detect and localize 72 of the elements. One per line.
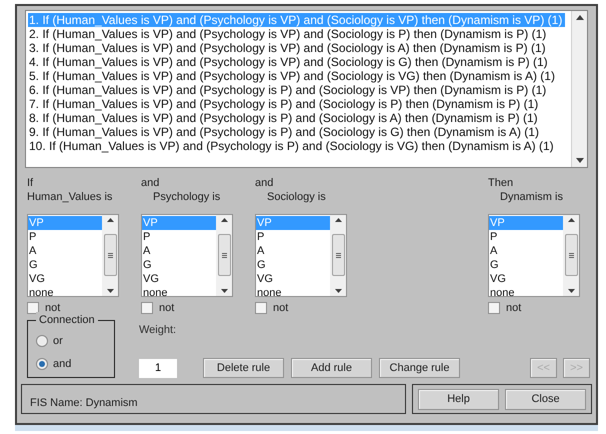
- scroll-thumb[interactable]: [564, 234, 578, 276]
- rule-item[interactable]: 4. If (Human_Values is VP) and (Psychology is VP) and (Sociology is G) then (Dynamism is P) (1): [28, 55, 571, 69]
- rule-item[interactable]: 9. If (Human_Values is VP) and (Psychology is P) and (Sociology is G) then (Dynamism is A) (1): [28, 125, 571, 139]
- list-item[interactable]: G: [28, 258, 102, 272]
- variable-label: Psychology is: [152, 190, 222, 204]
- checkbox-label: not: [506, 300, 522, 316]
- list-item[interactable]: VG: [489, 272, 563, 286]
- dialog-button[interactable]: Help: [418, 388, 499, 410]
- checkbox[interactable]: [27, 302, 39, 314]
- scroll-down-icon[interactable]: [106, 288, 114, 292]
- rule-item[interactable]: 6. If (Human_Values is VP) and (Psychology is P) and (Sociology is VP) then (Dynamism is P) (1): [28, 83, 571, 97]
- checkbox[interactable]: [488, 302, 500, 314]
- scroll-down-icon[interactable]: [568, 288, 574, 292]
- connector-label: Then: [488, 176, 514, 190]
- radio-label: and: [53, 356, 72, 372]
- radio-label: or: [53, 334, 63, 349]
- rule-button[interactable]: Add rule: [291, 358, 372, 378]
- list-item[interactable]: G: [142, 258, 216, 272]
- scroll-thumb[interactable]: [104, 234, 116, 276]
- rule-item[interactable]: 7. If (Human_Values is VP) and (Psychology is P) and (Sociology is P) then (Dynamism is P) (1): [28, 97, 571, 111]
- scroll-down-icon[interactable]: [220, 288, 228, 292]
- list-item[interactable]: A: [142, 244, 216, 258]
- rule-button[interactable]: Change rule: [379, 358, 460, 378]
- grip-icon: [222, 252, 226, 258]
- radio-button[interactable]: [36, 335, 48, 348]
- grip-icon: [336, 252, 340, 258]
- list-item[interactable]: VG: [142, 272, 216, 286]
- variable-label: Dynamism is: [499, 190, 564, 204]
- scroll-thumb[interactable]: [332, 234, 344, 276]
- checkbox[interactable]: [255, 302, 267, 314]
- list-item[interactable]: VG: [28, 272, 102, 286]
- rule-item[interactable]: 2. If (Human_Values is VP) and (Psychology is VP) and (Sociology is P) then (Dynamism is P) (1): [28, 27, 571, 41]
- rule-item[interactable]: 10. If (Human_Values is VP) and (Psychology is P) and (Sociology is VG) then (Dynamism is A) (1): [28, 139, 571, 153]
- list-item[interactable]: VG: [256, 272, 330, 286]
- rule-item[interactable]: 8. If (Human_Values is VP) and (Psychology is P) and (Sociology is A) then (Dynamism is P) (1): [28, 111, 571, 125]
- connector-label: If: [27, 176, 34, 190]
- list-item[interactable]: A: [489, 244, 563, 258]
- weight-field[interactable]: 1: [139, 358, 177, 378]
- scroll-up-icon[interactable]: [334, 218, 342, 222]
- list-item[interactable]: P: [489, 230, 563, 244]
- rule-item[interactable]: 5. If (Human_Values is VP) and (Psychology is VP) and (Sociology is VG) then (Dynamism is A) (1): [28, 69, 571, 83]
- scroll-up-icon[interactable]: [568, 218, 574, 222]
- list-item[interactable]: P: [256, 230, 330, 244]
- scrollbar[interactable]: [571, 11, 587, 167]
- list-item[interactable]: A: [28, 244, 102, 258]
- list-item[interactable]: G: [489, 258, 563, 272]
- checkbox-label: not: [45, 300, 60, 315]
- connector-label: and: [141, 176, 160, 190]
- radio-button[interactable]: [36, 358, 48, 370]
- scroll-down-icon[interactable]: [334, 288, 342, 292]
- scroll-up-icon[interactable]: [220, 218, 228, 222]
- rule-button[interactable]: Delete rule: [203, 358, 284, 378]
- weight-label: Weight:: [139, 323, 178, 338]
- list-item[interactable]: P: [142, 230, 216, 244]
- scroll-up-icon[interactable]: [106, 218, 114, 222]
- dialog-button[interactable]: Close: [505, 388, 586, 410]
- variable-label: Sociology is: [266, 190, 327, 204]
- connector-label: and: [255, 176, 274, 190]
- variable-label: Human_Values is: [27, 190, 114, 204]
- checkbox[interactable]: [141, 302, 153, 314]
- list-item[interactable]: G: [256, 258, 330, 272]
- grip-icon: [108, 252, 112, 258]
- grip-icon: [568, 252, 574, 258]
- scroll-up-icon[interactable]: [576, 15, 584, 20]
- checkbox-label: not: [273, 300, 288, 316]
- fis-name-text: FIS Name: Dynamism: [30, 397, 138, 409]
- scroll-down-icon[interactable]: [576, 158, 584, 163]
- rule-item[interactable]: 3. If (Human_Values is VP) and (Psychology is VP) and (Sociology is A) then (Dynamism is P) (1): [28, 41, 571, 55]
- scroll-thumb[interactable]: [218, 234, 230, 276]
- checkbox-label: not: [159, 300, 174, 316]
- list-item[interactable]: P: [28, 230, 102, 244]
- list-item[interactable]: A: [256, 244, 330, 258]
